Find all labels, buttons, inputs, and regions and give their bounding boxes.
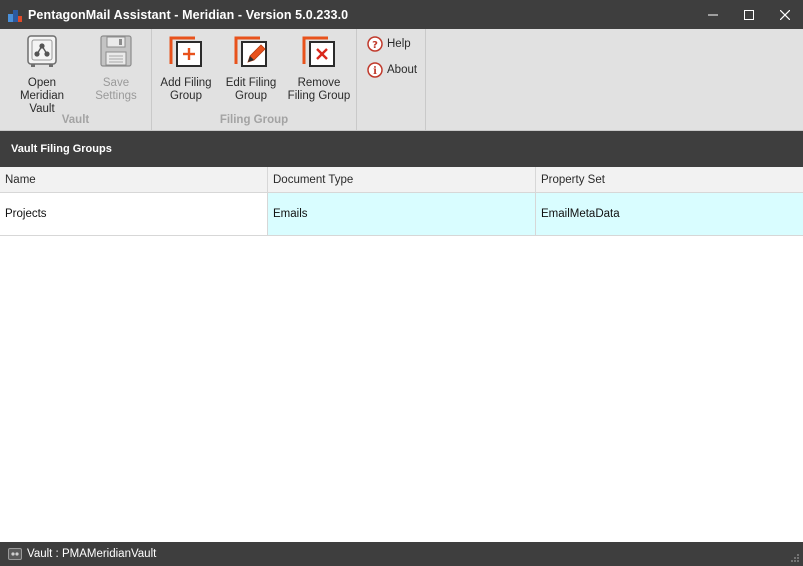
add-filing-group-label: Add Filing Group xyxy=(160,77,212,102)
save-settings-label: Save Settings xyxy=(95,77,137,102)
minimize-icon xyxy=(708,14,718,15)
ribbon-group-filing: Add Filing Group Edit Filing Group Remov… xyxy=(152,29,357,130)
grid-header-row: Name Document Type Property Set xyxy=(0,167,803,193)
add-filing-group-icon xyxy=(168,33,204,69)
status-bar: Vault : PMAMeridianVault xyxy=(0,542,803,566)
close-icon xyxy=(780,9,790,20)
section-header: Vault Filing Groups xyxy=(0,131,803,167)
edit-filing-group-label: Edit Filing Group xyxy=(225,77,277,102)
add-filing-group-button[interactable]: Add Filing Group xyxy=(156,33,216,103)
vault-safe-icon xyxy=(24,33,60,69)
help-icon: ? xyxy=(367,36,383,52)
save-settings-button[interactable]: Save Settings xyxy=(86,33,146,103)
ribbon-toolbar: Open Meridian Vault Save Settings Vault xyxy=(0,29,803,131)
ribbon-group-vault: Open Meridian Vault Save Settings Vault xyxy=(0,29,152,130)
floppy-disk-icon xyxy=(98,33,134,69)
vault-group-label: Vault xyxy=(61,114,90,126)
help-button[interactable]: ? Help xyxy=(367,36,411,52)
maximize-icon xyxy=(744,9,754,20)
filing-groups-grid: Name Document Type Property Set Projects… xyxy=(0,167,803,236)
section-title: Vault Filing Groups xyxy=(11,143,112,155)
window-title: PentagonMail Assistant - Meridian - Vers… xyxy=(28,7,349,22)
table-row[interactable]: Projects Emails EmailMetaData xyxy=(0,193,803,236)
title-bar: PentagonMail Assistant - Meridian - Vers… xyxy=(0,0,803,29)
cell-name[interactable]: Projects xyxy=(0,193,268,235)
remove-filing-group-icon xyxy=(301,33,337,69)
column-header-document-type[interactable]: Document Type xyxy=(268,167,536,193)
info-icon: i xyxy=(367,62,383,78)
cell-document-type[interactable]: Emails xyxy=(268,193,536,235)
minimize-button[interactable] xyxy=(695,0,731,29)
app-logo-icon xyxy=(8,8,22,22)
close-button[interactable] xyxy=(767,0,803,29)
vault-status-icon xyxy=(8,548,22,560)
column-header-property-set[interactable]: Property Set xyxy=(536,167,803,193)
ribbon-group-help: ? Help i About xyxy=(357,29,426,130)
svg-text:i: i xyxy=(373,66,377,77)
column-header-name[interactable]: Name xyxy=(0,167,268,193)
edit-filing-group-button[interactable]: Edit Filing Group xyxy=(221,33,281,103)
about-button[interactable]: i About xyxy=(367,62,417,78)
svg-text:?: ? xyxy=(372,40,378,51)
open-vault-label: Open Meridian Vault xyxy=(19,77,65,115)
resize-grip-icon[interactable] xyxy=(790,553,800,563)
maximize-button[interactable] xyxy=(731,0,767,29)
status-text: Vault : PMAMeridianVault xyxy=(27,548,157,560)
help-label: Help xyxy=(387,38,411,50)
remove-filing-group-button[interactable]: Remove Filing Group xyxy=(286,33,352,103)
filing-group-label: Filing Group xyxy=(219,114,289,126)
cell-property-set[interactable]: EmailMetaData xyxy=(536,193,803,235)
open-vault-button[interactable]: Open Meridian Vault xyxy=(6,33,78,116)
edit-filing-group-icon xyxy=(233,33,269,69)
about-label: About xyxy=(387,64,418,76)
remove-filing-group-label: Remove Filing Group xyxy=(287,77,351,102)
